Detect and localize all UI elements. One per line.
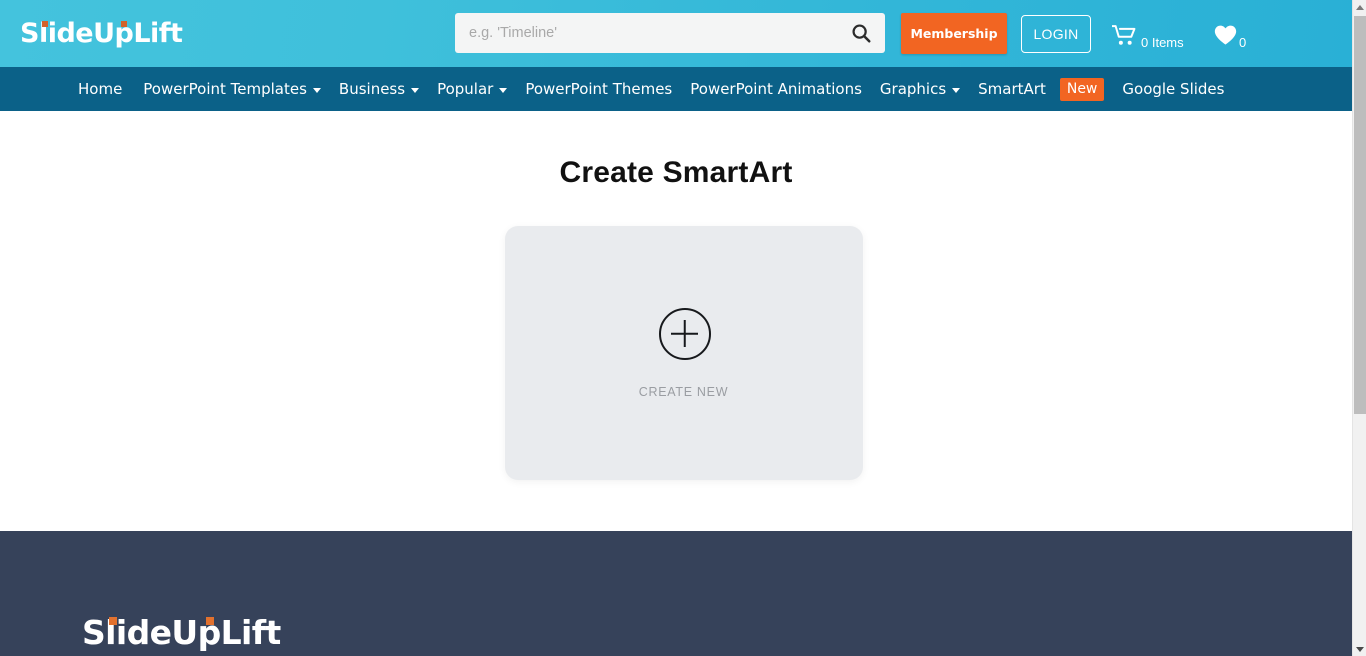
chevron-down-icon — [499, 87, 508, 93]
footer-logo[interactable]: SlideUpLift — [82, 616, 281, 649]
smartart-card-grid: CREATE NEW — [0, 226, 1352, 480]
nav-item-powerpoint-templates[interactable]: PowerPoint Templates — [143, 79, 339, 98]
site-footer: SlideUpLift SUPPORT FEATURED COMPANY — [0, 531, 1352, 656]
cart-item-count: 0 Items — [1141, 35, 1184, 50]
nav-item-home[interactable]: Home — [78, 79, 143, 98]
logo-dot-left — [42, 21, 48, 27]
nav-label: Popular — [437, 79, 494, 98]
nav-label: PowerPoint Themes — [525, 79, 673, 98]
membership-button[interactable]: Membership — [901, 13, 1007, 54]
nav-item-business[interactable]: Business — [338, 79, 437, 98]
new-badge: New — [1059, 77, 1105, 101]
wishlist-link[interactable]: 0 — [1214, 25, 1246, 50]
nav-item-popular[interactable]: Popular — [437, 79, 525, 98]
chevron-down-icon — [312, 87, 321, 93]
chevron-up-icon — [1356, 4, 1364, 10]
nav-label: PowerPoint Animations — [690, 79, 862, 98]
wishlist-count: 0 — [1239, 35, 1247, 50]
page-scrollbar[interactable] — [1352, 0, 1366, 656]
nav-item-powerpoint-themes[interactable]: PowerPoint Themes — [525, 79, 690, 98]
scrollbar-down-arrow[interactable] — [1353, 642, 1366, 656]
login-button[interactable]: LOGIN — [1021, 15, 1091, 53]
nav-label: Google Slides — [1122, 79, 1225, 98]
nav-label: SmartArt — [978, 79, 1046, 98]
cart-link[interactable]: 0 Items — [1111, 25, 1184, 51]
footer-logo-dot-left — [109, 617, 117, 625]
scrollbar-up-arrow[interactable] — [1353, 0, 1366, 14]
nav-item-powerpoint-animations[interactable]: PowerPoint Animations — [690, 79, 880, 98]
page-title: Create SmartArt — [559, 156, 793, 189]
nav-label: PowerPoint Templates — [143, 79, 307, 98]
search-input[interactable] — [455, 13, 837, 53]
page-viewport: SlideUpLift Membership LOGIN — [0, 0, 1352, 656]
search-icon — [850, 22, 872, 44]
create-new-label: CREATE NEW — [638, 384, 729, 399]
nav-item-graphics[interactable]: Graphics — [879, 79, 978, 98]
scrollbar-thumb[interactable] — [1354, 16, 1366, 414]
footer-logo-dot-right — [206, 617, 214, 625]
nav-label: Business — [338, 79, 406, 98]
shopping-cart-icon — [1111, 25, 1137, 51]
site-header: SlideUpLift Membership LOGIN — [0, 0, 1352, 67]
heart-icon — [1214, 25, 1237, 50]
site-logo[interactable]: SlideUpLift — [20, 20, 183, 47]
chevron-down-icon — [411, 87, 420, 93]
chevron-down-icon — [952, 87, 961, 93]
chevron-down-icon — [1356, 646, 1364, 652]
main-content: Create SmartArt CREATE NEW — [0, 111, 1352, 531]
nav-label: Home — [78, 79, 123, 98]
footer-inner: SlideUpLift — [0, 531, 1352, 649]
search-button[interactable] — [837, 13, 885, 53]
main-navigation: Home PowerPoint Templates Business Popul… — [0, 67, 1352, 111]
plus-circle-icon — [658, 307, 711, 360]
nav-item-smartart[interactable]: SmartArt New — [978, 77, 1122, 101]
nav-item-google-slides[interactable]: Google Slides — [1122, 79, 1242, 98]
search-bar — [455, 13, 885, 53]
logo-dot-right — [121, 21, 127, 27]
nav-label: Graphics — [879, 79, 947, 98]
create-new-card[interactable]: CREATE NEW — [504, 226, 863, 480]
